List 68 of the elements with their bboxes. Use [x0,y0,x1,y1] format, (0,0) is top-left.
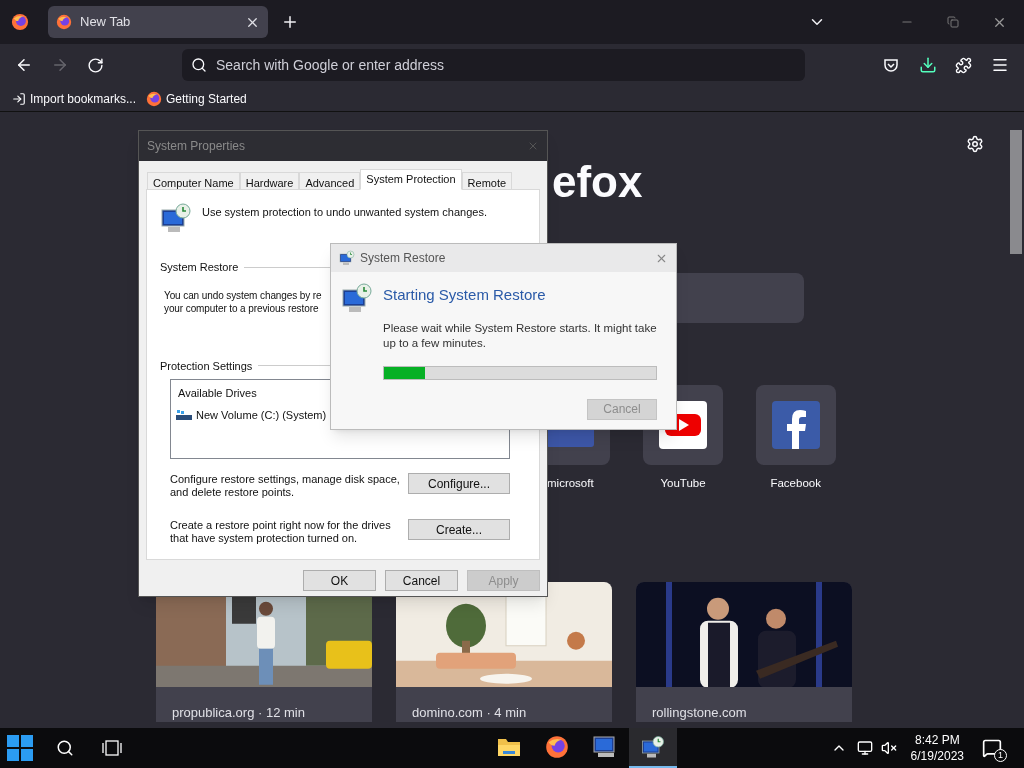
computer-restore-icon [339,250,355,266]
address-field[interactable]: Search with Google or enter address [182,49,805,81]
tab-title: New Tab [80,13,132,32]
search-icon [191,57,207,73]
logo-text: efox [552,160,643,204]
section-heading: System Restore [160,260,239,275]
extensions-icon[interactable] [955,56,972,74]
search-icon[interactable] [56,739,74,757]
download-icon[interactable] [919,56,937,74]
dialog-tab[interactable]: Remote [461,172,513,190]
shortcut-tile[interactable] [755,385,836,465]
firefox-icon [56,14,72,30]
section-heading: Protection Settings [160,358,253,374]
intro-text: Use system protection to undo unwanted system changes. [202,205,487,220]
shortcut-label: microsoft [547,476,594,491]
clock[interactable]: 8:42 PM 6/19/2023 [910,732,964,764]
network-icon[interactable] [856,740,873,756]
drive-icon [176,408,192,421]
computer-restore-icon [641,735,665,759]
firefox-icon [11,13,29,31]
scrollbar-thumb[interactable] [1010,130,1022,254]
dialog-tab[interactable]: Computer Name [147,172,240,190]
firefox-icon [146,90,163,107]
new-tab-icon[interactable] [281,13,299,31]
dialog-tab[interactable]: Advanced [299,172,361,190]
notification-count: 1 [994,749,1007,762]
computer-restore-icon [160,202,192,234]
story-card[interactable]: rollingstone.com [636,582,852,723]
computer-restore-icon [341,282,373,314]
restore-description: You can undo system changes by re [164,288,322,302]
dialog-message: Please wait while System Restore starts. It might take up to a few minutes. [383,320,657,351]
drive-row[interactable]: New Volume (C:) (System) [176,406,327,423]
restore-description: your computer to a previous restore [164,301,319,315]
windows-start-icon[interactable] [7,735,33,761]
window-title: System Properties [147,138,247,155]
create-description: Create a restore point right now for the drives that have system protection turned on. [170,519,392,545]
dialog-tab[interactable]: Hardware [239,172,300,190]
dialog-button[interactable]: OK [303,570,376,591]
bookmark-item[interactable]: Import bookmarks... [12,87,137,110]
configure-button[interactable]: Configure... [408,473,510,494]
dialog-heading: Starting System Restore [383,285,547,305]
taskbar-app[interactable] [629,728,677,768]
restore-icon[interactable] [947,16,959,28]
pocket-icon[interactable] [883,57,899,73]
dialog-button[interactable]: Cancel [385,570,458,591]
import-icon [12,91,26,106]
settings-icon[interactable] [966,135,984,153]
create-button[interactable]: Create... [408,519,510,540]
bookmark-item[interactable]: Getting Started [146,87,247,110]
browser-tab[interactable]: New Tab [48,6,268,38]
story-source: rollingstone.com [651,703,748,722]
letter-f-icon [771,401,820,449]
back-icon[interactable] [15,56,33,74]
dialog-tab[interactable]: System Protection [360,169,462,190]
story-source: propublica.org · 12 min [171,703,306,722]
dialog-title: System Restore [360,250,447,267]
configure-description: Configure restore settings, manage disk space, and delete restore points. [170,473,401,499]
shortcut-label: YouTube [660,476,706,491]
computer-icon [592,735,618,759]
menu-icon[interactable] [991,56,1009,74]
folder-icon [497,736,521,758]
volume-muted-icon[interactable] [880,740,897,756]
task-view-icon[interactable] [102,740,122,756]
firefox-icon [545,735,569,759]
shortcut-label: Facebook [770,476,821,491]
story-source: domino.com · 4 min [411,703,528,722]
column-header: Available Drives [178,386,257,401]
reload-icon[interactable] [87,56,104,74]
